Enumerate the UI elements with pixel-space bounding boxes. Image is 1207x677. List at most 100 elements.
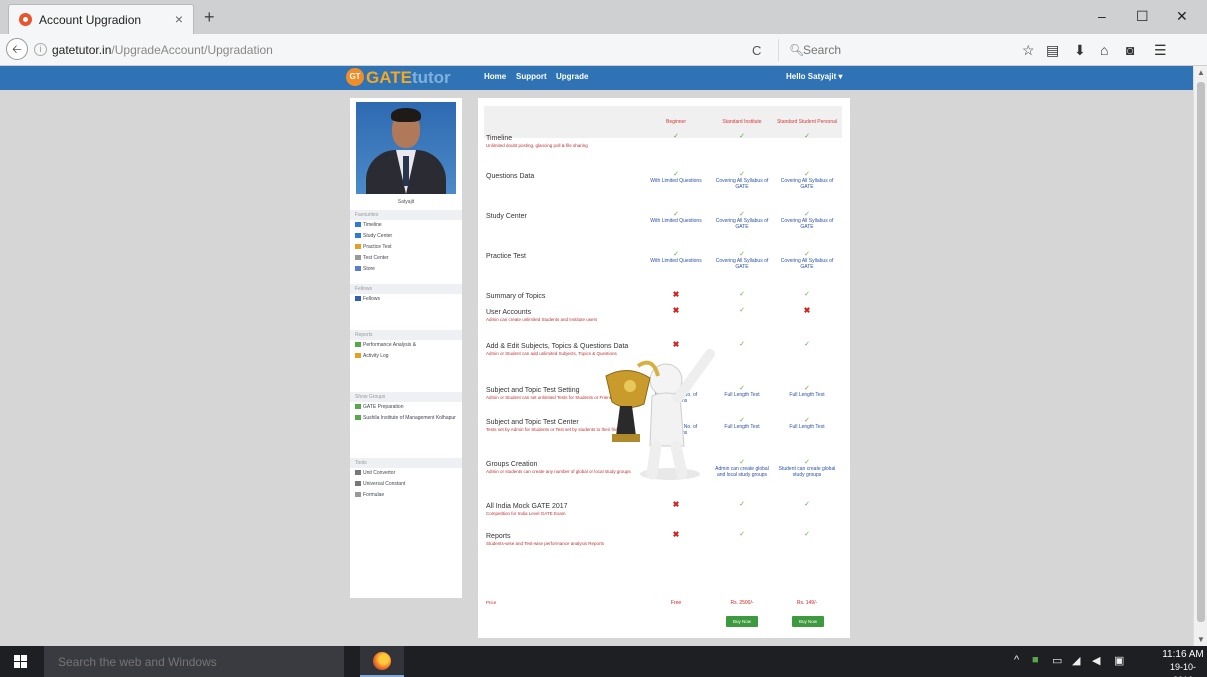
- new-tab-button[interactable]: +: [204, 7, 215, 28]
- plan-cell: ✓: [712, 133, 772, 140]
- system-clock[interactable]: 11:16 AM 19-10-2016: [1162, 648, 1204, 677]
- user-menu[interactable]: Hello Satyajit ▾: [786, 72, 842, 81]
- plan-cell: ✓: [712, 501, 772, 508]
- sidebar-item-activity-log[interactable]: Activity Log: [350, 351, 462, 362]
- windows-start-icon[interactable]: [14, 655, 28, 669]
- plan-cell: ✓: [776, 133, 838, 140]
- tray-chevron-icon[interactable]: ^: [1014, 654, 1019, 666]
- pocket-icon[interactable]: ◙: [1126, 42, 1134, 58]
- plan-cell: ✓ Student can create global study groups: [776, 459, 838, 478]
- plan-cell: ✓ With Limited Questions: [644, 171, 708, 184]
- plan-cell-text: Covering All Syllabus of GATE: [715, 178, 769, 190]
- scroll-thumb[interactable]: [1197, 82, 1205, 622]
- minimize-button[interactable]: –: [1098, 8, 1106, 24]
- sidebar-item-unit-convertor[interactable]: Unit Convertor: [350, 468, 462, 479]
- cross-icon: ✖: [672, 306, 680, 315]
- nav-upgrade-link[interactable]: Upgrade: [556, 72, 588, 81]
- plan-cell-text: With Limited Questions: [650, 258, 702, 264]
- check-icon: ✓: [804, 291, 810, 298]
- sidebar-item-gate-preparation[interactable]: GATE Preparation: [350, 402, 462, 413]
- plan-cell: ✓ Covering All Syllabus of GATE: [712, 211, 772, 230]
- sidebar-section-header: Favourites: [350, 210, 462, 220]
- sidebar-item-timeline[interactable]: Timeline: [350, 220, 462, 231]
- logo-gate: GATE: [366, 68, 412, 87]
- check-icon: ✓: [804, 501, 810, 508]
- taskbar-search-input[interactable]: [58, 654, 338, 670]
- cross-icon: ✖: [803, 306, 811, 315]
- maximize-button[interactable]: ☐: [1136, 8, 1149, 25]
- sidebar-item-performance[interactable]: Performance Analysis &: [350, 340, 462, 351]
- plan-cell-text: Covering All Syllabus of GATE: [715, 218, 769, 230]
- sidebar-item-store[interactable]: Store: [350, 264, 462, 275]
- bookmark-star-icon[interactable]: ☆: [1022, 42, 1035, 59]
- home-icon[interactable]: ⌂: [1100, 42, 1108, 58]
- scroll-up-icon[interactable]: ▲: [1197, 68, 1205, 77]
- battery-icon[interactable]: ▭: [1052, 654, 1062, 667]
- menu-icon[interactable]: ☰: [1154, 42, 1167, 59]
- windows-taskbar: ^ ■ ▭ ◢ ◀ ▣ 11:16 AM 19-10-2016: [0, 646, 1207, 677]
- store-icon: [355, 266, 361, 272]
- plan-cell: ✓ With Limited Questions: [644, 211, 708, 224]
- browser-tab[interactable]: Account Upgradion ×: [8, 4, 194, 34]
- page-scrollbar[interactable]: ▲ ▼: [1193, 66, 1207, 646]
- nav-home-link[interactable]: Home: [484, 72, 506, 81]
- close-window-button[interactable]: ✕: [1176, 8, 1188, 25]
- profile-name[interactable]: Satyajit: [350, 199, 462, 205]
- url-path: /UpgradeAccount/Upgradation: [111, 43, 273, 57]
- sidebar-item-formulae[interactable]: Formulae: [350, 490, 462, 501]
- buy-now-student-button[interactable]: Buy Now: [792, 616, 824, 627]
- check-icon: ✓: [804, 341, 810, 348]
- clock-date: 19-10-2016: [1169, 662, 1196, 677]
- volume-icon[interactable]: ◀: [1092, 654, 1100, 667]
- plan-cell: ✓ Full Length Test: [776, 385, 838, 398]
- sidebar: Satyajit Favourites Timeline Study Cente…: [350, 98, 462, 598]
- feature-description: Competition for India Level GATE Exam: [486, 511, 566, 516]
- plan-cell: ✓: [712, 531, 772, 538]
- sidebar-item-practice-test[interactable]: Practice Test: [350, 242, 462, 253]
- feature-title: Practice Test: [486, 253, 526, 260]
- plan-cell: ✓ Covering All Syllabus of GATE: [712, 171, 772, 190]
- plan-cell: ✓: [712, 291, 772, 298]
- download-icon[interactable]: ⬇: [1074, 42, 1086, 59]
- site-logo[interactable]: GT GATEtutor: [346, 68, 451, 88]
- taskbar-search-box[interactable]: [44, 646, 344, 677]
- scroll-down-icon[interactable]: ▼: [1197, 635, 1205, 644]
- reading-list-icon[interactable]: ▤: [1046, 42, 1059, 59]
- firefox-taskbar-button[interactable]: [360, 646, 404, 677]
- network-icon[interactable]: ◢: [1072, 654, 1080, 667]
- cross-icon: ✖: [672, 530, 680, 539]
- url-bar[interactable]: gatetutor.in/UpgradeAccount/Upgradation: [52, 39, 772, 61]
- back-button[interactable]: 🡠: [6, 38, 28, 60]
- check-icon: ✓: [804, 133, 810, 140]
- sidebar-section-reports: Reports Performance Analysis & Activity …: [350, 330, 462, 362]
- sidebar-item-fellows[interactable]: Fellows: [350, 294, 462, 305]
- plan-cell-text: Covering All Syllabus of GATE: [780, 178, 834, 190]
- practice-icon: [355, 244, 361, 250]
- plan-cell: ✓ Covering All Syllabus of GATE: [776, 251, 838, 270]
- sidebar-item-test-center[interactable]: Test Center: [350, 253, 462, 264]
- formula-icon: [355, 492, 361, 498]
- browser-search-box[interactable]: 🔍︎: [778, 39, 1002, 61]
- convertor-icon: [355, 470, 361, 476]
- sidebar-section-header: Reports: [350, 330, 462, 340]
- chart-icon: [355, 342, 361, 348]
- sidebar-section-favourites: Favourites Timeline Study Center Practic…: [350, 210, 462, 275]
- cross-icon: ✖: [672, 500, 680, 509]
- tab-close-button[interactable]: ×: [175, 11, 183, 27]
- tray-app-icon[interactable]: ■: [1032, 654, 1039, 666]
- nav-support-link[interactable]: Support: [516, 72, 547, 81]
- notification-icon[interactable]: ▣: [1114, 654, 1124, 667]
- info-icon[interactable]: i: [34, 43, 47, 56]
- buy-now-institute-button[interactable]: Buy Now: [726, 616, 758, 627]
- price-label: Price: [486, 600, 497, 605]
- plan-cell: ✓ Covering All Syllabus of GATE: [776, 211, 838, 230]
- check-icon: ✓: [739, 307, 745, 314]
- sidebar-item-study-center[interactable]: Study Center: [350, 231, 462, 242]
- sidebar-item-sushila-institute[interactable]: Sushila Institute of Management Kolhapur: [350, 413, 462, 431]
- group-icon: [355, 404, 361, 410]
- profile-photo[interactable]: [356, 102, 456, 194]
- reload-icon[interactable]: C: [752, 43, 761, 58]
- check-icon: ✓: [739, 501, 745, 508]
- browser-search-input[interactable]: [803, 41, 983, 59]
- sidebar-item-universal-constant[interactable]: Universal Constant: [350, 479, 462, 490]
